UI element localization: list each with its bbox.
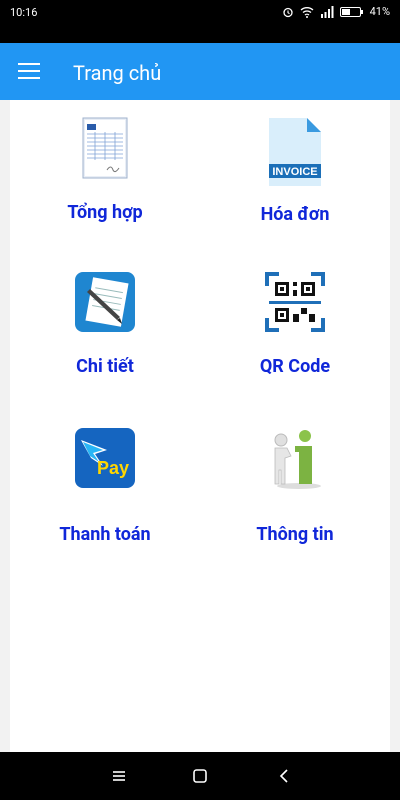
app-bar: Trang chủ	[0, 43, 400, 100]
tile-information[interactable]: Thông tin	[200, 426, 390, 545]
tile-label: QR Code	[259, 356, 331, 377]
pay-icon: Pay	[75, 428, 135, 488]
tile-label: Thanh toán	[59, 524, 151, 545]
tile-summary[interactable]: Tổng hợp	[10, 116, 200, 223]
recent-apps-icon[interactable]	[108, 766, 130, 786]
system-nav-bar	[0, 752, 400, 800]
status-bar: 10:16 41%	[0, 0, 400, 43]
alarm-icon	[282, 7, 293, 17]
report-sheet-icon	[82, 117, 128, 179]
signal-icon	[320, 5, 334, 18]
info-person-icon	[274, 430, 321, 489]
tile-label: Tổng hợp	[67, 202, 143, 223]
battery-icon	[339, 6, 363, 17]
hamburger-menu-icon[interactable]	[18, 63, 40, 81]
home-icon[interactable]	[189, 766, 211, 786]
wifi-icon	[300, 6, 314, 18]
tile-qr-code[interactable]: QR Code	[200, 270, 390, 377]
qr-code-icon	[265, 272, 325, 332]
tile-invoice[interactable]: INVOICE Hóa đơn	[200, 116, 390, 225]
back-icon[interactable]	[273, 766, 295, 786]
invoice-icon-text: INVOICE	[272, 166, 317, 178]
status-time: 10:16	[10, 6, 38, 19]
tile-label: Chi tiết	[76, 356, 134, 377]
status-icons: 41%	[282, 5, 390, 18]
tile-label: Hóa đơn	[260, 204, 330, 225]
tile-label: Thông tin	[256, 524, 334, 545]
main-content: Tổng hợp INVOICE Hóa đơn Chi tiết QR Cod…	[10, 100, 390, 752]
invoice-document-icon: INVOICE	[269, 118, 321, 186]
pay-icon-text: Pay	[97, 458, 129, 478]
tile-details[interactable]: Chi tiết	[10, 270, 200, 377]
battery-percent: 41%	[369, 5, 390, 18]
invoice-detail-icon	[75, 272, 135, 332]
tile-payment[interactable]: Pay Thanh toán	[10, 426, 200, 545]
page-title: Trang chủ	[73, 61, 162, 85]
